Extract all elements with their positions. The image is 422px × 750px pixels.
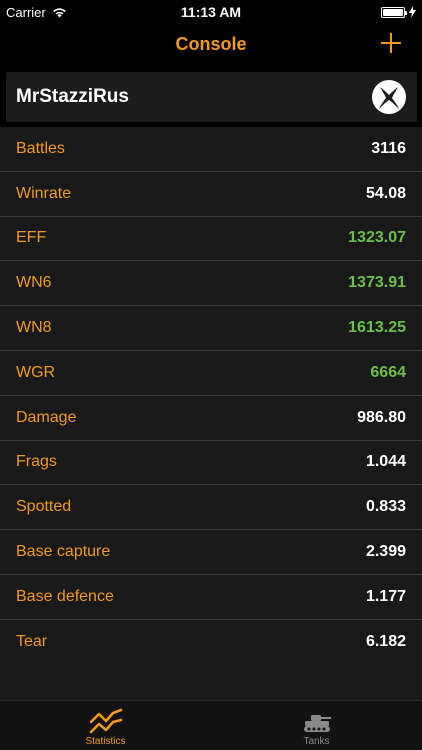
stat-row: Frags 1.044 (0, 441, 422, 486)
list-background (0, 665, 422, 700)
stat-label: EFF (16, 229, 47, 247)
stat-row: Winrate 54.08 (0, 172, 422, 217)
page-title: Console (175, 33, 247, 54)
stat-row: WGR 6664 (0, 351, 422, 396)
stat-label: Tear (16, 633, 48, 651)
stat-value: 1373.91 (348, 274, 406, 292)
stat-label: Spotted (16, 498, 72, 516)
stat-row: WN6 1373.91 (0, 261, 422, 307)
status-bar: Carrier 11:13 AM (0, 0, 422, 24)
stat-label: WN8 (16, 319, 52, 337)
stat-row: Damage 986.80 (0, 396, 422, 441)
stat-row: Battles 3116 (0, 127, 422, 172)
stat-value: 1613.25 (348, 319, 406, 337)
stat-label: WN6 (16, 274, 52, 292)
stat-label: Base defence (16, 587, 114, 605)
stats-list: Battles 3116 Winrate 54.08 EFF 1323.07 WN6 1373… (0, 127, 422, 665)
stat-row: EFF 1323.07 (0, 217, 422, 262)
tab-label: Tanks (303, 736, 330, 747)
player-name: MrStazziRus (16, 86, 129, 107)
stat-row: WN8 1613.25 (0, 306, 422, 351)
stat-value: 1323.07 (348, 229, 406, 247)
navigation-bar: Console (0, 24, 422, 64)
charging-icon (409, 6, 416, 18)
tab-statistics[interactable]: Statistics (0, 701, 211, 750)
stat-row: Base defence 1.177 (0, 575, 422, 620)
stat-row: Tear 6.182 (0, 620, 422, 665)
stat-value: 1.177 (365, 587, 406, 605)
stat-value: 0.833 (365, 498, 406, 516)
tab-bar: Statistics Tanks (0, 700, 422, 750)
battery-icon (381, 6, 407, 18)
stat-label: Winrate (16, 184, 72, 202)
stat-row: Spotted 0.833 (0, 485, 422, 531)
stat-value: 6.182 (365, 633, 406, 651)
tank-icon (303, 715, 331, 732)
stat-label: Damage (16, 408, 77, 426)
stat-label: Base capture (16, 543, 111, 561)
stat-value: 1.044 (365, 453, 406, 471)
player-header: MrStazziRus (6, 72, 417, 122)
wifi-icon (52, 7, 66, 17)
add-button[interactable] (376, 28, 406, 58)
stat-row: Base capture 2.399 (0, 530, 422, 575)
stat-value: 2.399 (365, 543, 406, 561)
stat-value: 6664 (370, 363, 406, 381)
stat-label: Frags (16, 453, 57, 471)
stat-value: 986.80 (357, 408, 406, 426)
stat-value: 3116 (371, 139, 406, 157)
chart-line-icon (89, 708, 122, 734)
status-right (381, 6, 416, 18)
stat-label: Battles (16, 139, 65, 157)
status-left: Carrier (6, 5, 67, 20)
tab-tanks[interactable]: Tanks (211, 701, 422, 750)
stat-label: WGR (16, 363, 56, 381)
plus-icon (381, 33, 401, 53)
xbox-icon (372, 80, 406, 114)
tab-label: Statistics (85, 736, 126, 747)
stat-value: 54.08 (365, 184, 406, 202)
carrier-label: Carrier (6, 4, 46, 20)
